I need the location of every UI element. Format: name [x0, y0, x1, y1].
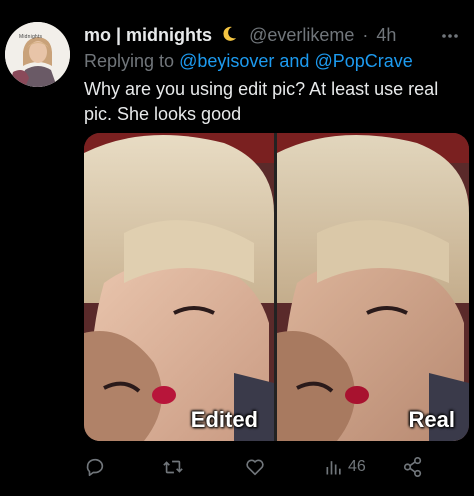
heart-icon: [246, 459, 264, 476]
views-chart-icon: [326, 461, 341, 475]
mention-beyisover[interactable]: @beyisover: [179, 51, 274, 71]
mention-joiner: and: [279, 51, 310, 71]
tweet[interactable]: Midnights mo | midnights @everlikeme · 4…: [0, 0, 474, 496]
edited-photo-image: [84, 133, 274, 441]
real-photo-image: [277, 133, 469, 441]
edited-label: Edited: [190, 407, 258, 432]
retweet-icon: [163, 460, 183, 474]
tweet-text: Why are you using edit pic? At least use…: [84, 79, 439, 124]
user-handle[interactable]: @everlikeme: [249, 25, 354, 45]
views-button[interactable]: 46: [324, 452, 366, 482]
share-icon: [403, 457, 422, 477]
tweet-header: mo | midnights @everlikeme · 4h: [84, 22, 396, 48]
more-icon[interactable]: [440, 26, 460, 46]
mention-popcrave[interactable]: @PopCrave: [314, 51, 412, 71]
reply-icon: [86, 458, 104, 477]
retweet-button[interactable]: [162, 452, 184, 482]
avatar-image: [5, 22, 70, 87]
timestamp[interactable]: 4h: [376, 25, 396, 45]
replying-to-label: Replying to: [84, 51, 175, 71]
crescent-moon-icon: [220, 24, 238, 42]
share-button[interactable]: [402, 452, 424, 482]
tweet-media[interactable]: Edited Real: [84, 133, 469, 441]
reply-button[interactable]: [84, 452, 106, 482]
like-button[interactable]: [244, 452, 266, 482]
tweet-actions: 46: [84, 452, 424, 482]
views-count: 46: [348, 458, 366, 475]
replying-to: Replying to @beyisover and @PopCrave: [84, 49, 413, 73]
photo-real[interactable]: Real: [277, 133, 469, 441]
separator-dot: ·: [362, 25, 369, 45]
avatar[interactable]: Midnights: [5, 22, 70, 87]
avatar-caption: Midnights: [19, 34, 43, 40]
real-label: Real: [408, 407, 455, 432]
display-name[interactable]: mo | midnights: [84, 25, 212, 45]
photo-edited[interactable]: Edited: [84, 133, 274, 441]
